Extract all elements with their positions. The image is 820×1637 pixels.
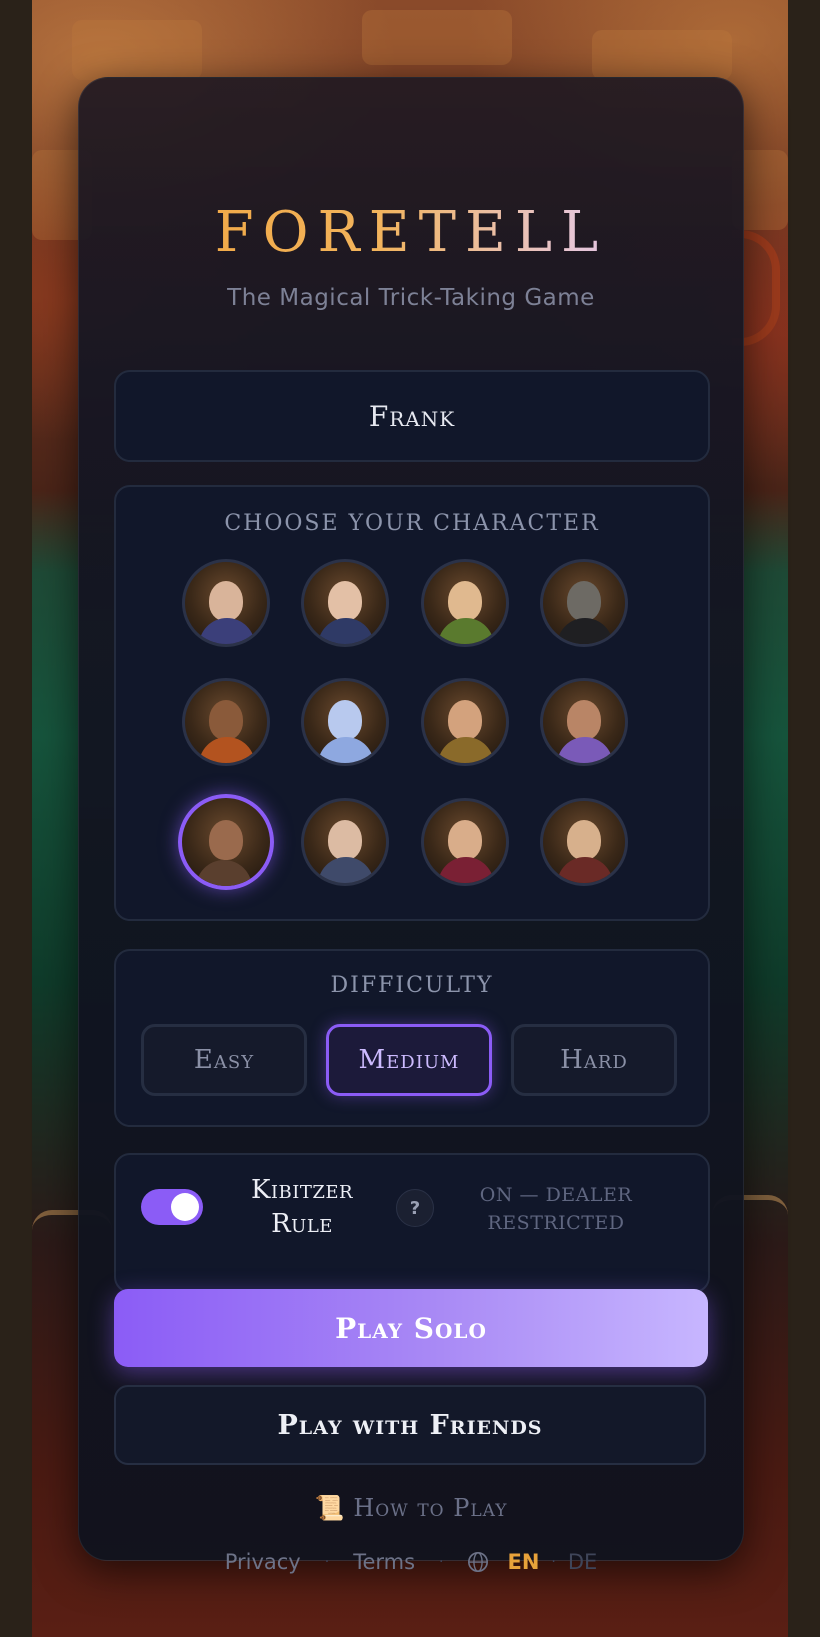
portrait-robe (557, 857, 613, 883)
wizard-portrait[interactable] (182, 559, 270, 647)
sorceress-portrait[interactable] (301, 559, 389, 647)
separator-dot: · (551, 1554, 556, 1570)
play-with-friends-button[interactable]: Play with Friends (114, 1385, 706, 1465)
privacy-link[interactable]: Privacy (225, 1550, 301, 1574)
difficulty-medium-button[interactable]: Medium (326, 1024, 492, 1096)
portrait-robe (199, 618, 255, 644)
how-to-play-label: How to Play (353, 1494, 508, 1522)
portrait-face (448, 700, 482, 740)
portrait-robe (318, 737, 374, 763)
kibitzer-label-line1: Kibitzer (250, 1175, 354, 1205)
character-select-panel: CHOOSE YOUR CHARACTER (114, 485, 710, 921)
help-icon[interactable]: ? (396, 1189, 434, 1227)
portrait-face (448, 820, 482, 860)
alchemist-portrait[interactable] (421, 678, 509, 766)
portrait-robe (318, 618, 374, 644)
portrait-robe (318, 857, 374, 883)
main-menu-panel: FORETELL The Magical Trick-Taking Game F… (78, 77, 744, 1574)
separator-dot: · (439, 1554, 444, 1570)
scroll-icon: 📜 (314, 1494, 346, 1522)
difficulty-panel: DIFFICULTY Easy Medium Hard (114, 949, 710, 1127)
toggle-knob (171, 1193, 199, 1221)
portrait-face (209, 581, 243, 621)
portrait-robe (557, 618, 613, 644)
player-name-input[interactable]: Frank (114, 370, 710, 462)
kibitzer-toggle[interactable] (141, 1189, 203, 1225)
fire-mage-portrait[interactable] (182, 678, 270, 766)
jester-portrait[interactable] (421, 798, 509, 886)
footer: Privacy · Terms · EN · DE (79, 1550, 743, 1574)
portrait-face (209, 820, 243, 860)
difficulty-label: DIFFICULTY (330, 973, 494, 998)
background-stone (592, 30, 732, 80)
portrait-face (328, 581, 362, 621)
globe-icon (468, 1552, 489, 1572)
portrait-face (567, 581, 601, 621)
grandmother-portrait[interactable] (301, 798, 389, 886)
kibitzer-status-line2: RESTRICTED (487, 1212, 625, 1234)
character-select-label: CHOOSE YOUR CHARACTER (224, 511, 600, 536)
blindfolded-seer-portrait[interactable] (540, 678, 628, 766)
portrait-robe (199, 737, 255, 763)
difficulty-hard-button[interactable]: Hard (511, 1024, 677, 1096)
kibitzer-status: ON — DEALER RESTRICTED (456, 1181, 656, 1237)
elf-druid-portrait[interactable] (421, 559, 509, 647)
portrait-robe (438, 857, 494, 883)
terms-link[interactable]: Terms (353, 1550, 415, 1574)
game-title: FORETELL (79, 200, 743, 265)
kibitzer-label-line2: Rule (271, 1209, 333, 1239)
background-stone (72, 20, 202, 80)
kibitzer-status-line1: ON — DEALER (479, 1184, 633, 1206)
separator-dot: · (324, 1554, 330, 1570)
difficulty-easy-button[interactable]: Easy (141, 1024, 307, 1096)
language-de-button[interactable]: DE (568, 1550, 597, 1574)
game-subtitle: The Magical Trick-Taking Game (227, 285, 595, 311)
portrait-face (209, 700, 243, 740)
portrait-robe (438, 737, 494, 763)
portrait-robe (196, 860, 252, 886)
portrait-face (567, 700, 601, 740)
portrait-face (448, 581, 482, 621)
ice-elemental-portrait[interactable] (301, 678, 389, 766)
portrait-robe (557, 737, 613, 763)
kibitzer-label: Kibitzer Rule (234, 1173, 370, 1241)
kibitzer-panel: Kibitzer Rule ? ON — DEALER RESTRICTED (114, 1153, 710, 1293)
play-solo-button[interactable]: Play Solo (114, 1289, 708, 1367)
portrait-face (567, 820, 601, 860)
portrait-face (328, 700, 362, 740)
portrait-face (328, 820, 362, 860)
language-en-button[interactable]: EN (507, 1550, 539, 1574)
samurai-portrait[interactable] (540, 798, 628, 886)
background-stone (362, 10, 512, 65)
how-to-play-link[interactable]: 📜 How to Play (79, 1494, 743, 1522)
warrior-portrait[interactable] (178, 794, 274, 890)
portrait-robe (438, 618, 494, 644)
hooded-necromancer-portrait[interactable] (540, 559, 628, 647)
